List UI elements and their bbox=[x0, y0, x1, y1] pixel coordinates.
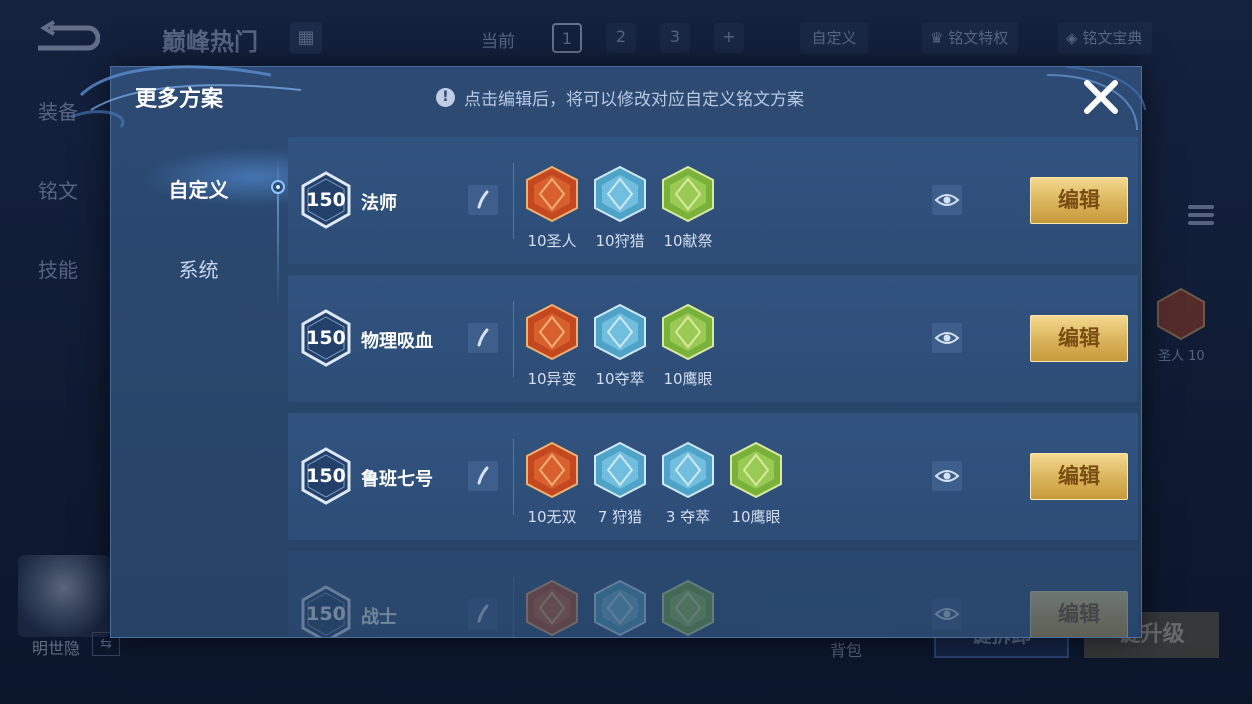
row-divider bbox=[513, 301, 514, 377]
pencil-icon bbox=[477, 190, 489, 209]
close-icon[interactable] bbox=[1079, 75, 1123, 119]
nav-item-system[interactable]: 系统 bbox=[111, 254, 286, 283]
rename-button[interactable] bbox=[468, 323, 498, 353]
rune-red-icon[interactable] bbox=[524, 303, 580, 361]
hint-label: 点击编辑后，将可以修改对应自定义铭文方案 bbox=[464, 90, 804, 110]
preview-button[interactable] bbox=[932, 185, 962, 215]
scheme-nav: 自定义 系统 bbox=[111, 137, 291, 617]
nav-active-indicator bbox=[271, 180, 285, 194]
page-button-1[interactable]: 1 bbox=[552, 23, 582, 53]
row-divider bbox=[513, 163, 514, 239]
back-icon[interactable] bbox=[30, 20, 100, 56]
pencil-icon bbox=[477, 466, 489, 485]
rune-red-icon[interactable] bbox=[524, 165, 580, 223]
rune-green-icon[interactable] bbox=[660, 579, 716, 637]
scheme-row: 150 法师 10圣人 10狩猎 10献祭 编辑 bbox=[288, 137, 1138, 264]
rename-button[interactable] bbox=[468, 461, 498, 491]
edit-button[interactable]: 编辑 bbox=[1030, 315, 1128, 362]
side-tab-skills[interactable]: 技能 bbox=[38, 254, 78, 283]
rune-label: 10无双 bbox=[527, 508, 577, 526]
scheme-row: 150 物理吸血 10异变 10夺萃 10鹰眼 编辑 bbox=[288, 275, 1138, 402]
row-divider bbox=[513, 577, 514, 637]
rune-preview-label: 圣人 10 bbox=[1158, 349, 1205, 364]
hero-name: 明世隐 bbox=[32, 639, 81, 658]
scheme-row: 150 鲁班七号 10无双 7 狩猎 3 夺萃 10鹰眼 编辑 bbox=[288, 413, 1138, 540]
rune-red-icon[interactable] bbox=[524, 579, 580, 637]
eye-icon bbox=[934, 194, 960, 206]
rune-label: 10鹰眼 bbox=[663, 370, 713, 388]
privilege-label: 铭文特权 bbox=[948, 29, 1009, 47]
rune-green-icon[interactable] bbox=[660, 165, 716, 223]
level-number: 150 bbox=[306, 465, 346, 487]
page-button-2[interactable]: 2 bbox=[606, 23, 636, 53]
edit-button[interactable]: 编辑 bbox=[1030, 591, 1128, 637]
hint-text: ! 点击编辑后，将可以修改对应自定义铭文方案 bbox=[436, 85, 804, 110]
rune-label: 10夺萃 bbox=[595, 370, 645, 388]
rune-red-icon[interactable] bbox=[524, 441, 580, 499]
edit-button[interactable]: 编辑 bbox=[1030, 177, 1128, 224]
scheme-name: 鲁班七号 bbox=[361, 469, 433, 490]
modal-header: 更多方案 ! 点击编辑后，将可以修改对应自定义铭文方案 bbox=[71, 65, 1146, 131]
edit-button[interactable]: 编辑 bbox=[1030, 453, 1128, 500]
book-icon: ◈ bbox=[1066, 29, 1083, 47]
preview-button[interactable] bbox=[932, 461, 962, 491]
codex-button[interactable]: ◈ 铭文宝典 bbox=[1058, 22, 1153, 54]
pencil-icon bbox=[477, 604, 489, 623]
more-schemes-modal: 更多方案 ! 点击编辑后，将可以修改对应自定义铭文方案 自定义 系统 150 法师… bbox=[71, 65, 1146, 638]
rune-blue-icon[interactable] bbox=[592, 165, 648, 223]
rune-preview-icon bbox=[1157, 287, 1205, 341]
info-icon: ! bbox=[436, 88, 455, 107]
pencil-icon bbox=[477, 328, 489, 347]
menu-icon[interactable] bbox=[1188, 205, 1214, 229]
scheme-row: 150 战士 编辑 bbox=[288, 551, 1138, 637]
preview-button[interactable] bbox=[932, 599, 962, 629]
scheme-name: 物理吸血 bbox=[361, 331, 433, 352]
eye-icon bbox=[934, 332, 960, 344]
scheme-list[interactable]: 150 法师 10圣人 10狩猎 10献祭 编辑 150 物理吸血 10异变 10夺萃 10鹰眼 编辑… bbox=[288, 137, 1138, 637]
rune-label: 10狩猎 bbox=[595, 232, 645, 250]
rename-button[interactable] bbox=[468, 185, 498, 215]
rune-label: 10鹰眼 bbox=[731, 508, 781, 526]
rune-label: 3 夺萃 bbox=[665, 508, 711, 526]
rune-green-icon[interactable] bbox=[660, 303, 716, 361]
rune-label: 10异变 bbox=[527, 370, 577, 388]
level-badge: 150 bbox=[300, 446, 352, 506]
side-tab-runes[interactable]: 铭文 bbox=[38, 175, 78, 204]
eye-icon bbox=[934, 608, 960, 620]
level-badge: 150 bbox=[300, 170, 352, 230]
add-page-button[interactable]: + bbox=[714, 23, 744, 53]
rune-blue-icon[interactable] bbox=[592, 579, 648, 637]
rune-blue-icon[interactable] bbox=[660, 441, 716, 499]
page-button-3[interactable]: 3 bbox=[660, 23, 690, 53]
rune-blue-icon[interactable] bbox=[592, 441, 648, 499]
rune-label: 10献祭 bbox=[663, 232, 713, 250]
crown-icon: ♛ bbox=[930, 29, 949, 47]
current-label: 当前 bbox=[481, 32, 515, 52]
grid-icon[interactable]: ▦ bbox=[290, 22, 322, 54]
preview-button[interactable] bbox=[932, 323, 962, 353]
level-badge: 150 bbox=[300, 308, 352, 368]
rune-label: 7 狩猎 bbox=[597, 508, 643, 526]
codex-label: 铭文宝典 bbox=[1082, 29, 1143, 47]
level-badge: 150 bbox=[300, 584, 352, 637]
eye-icon bbox=[934, 470, 960, 482]
rune-green-icon[interactable] bbox=[728, 441, 784, 499]
level-number: 150 bbox=[306, 603, 346, 625]
custom-button[interactable]: 自定义 bbox=[800, 22, 868, 54]
nav-item-custom[interactable]: 自定义 bbox=[111, 174, 286, 203]
rename-button[interactable] bbox=[468, 599, 498, 629]
modal-title: 更多方案 bbox=[135, 87, 224, 112]
scheme-name: 战士 bbox=[361, 607, 397, 628]
hero-avatar[interactable] bbox=[18, 555, 110, 637]
row-divider bbox=[513, 439, 514, 515]
level-number: 150 bbox=[306, 327, 346, 349]
privilege-button[interactable]: ♛ 铭文特权 bbox=[922, 22, 1019, 54]
level-number: 150 bbox=[306, 189, 346, 211]
page-title: 巅峰热门 bbox=[162, 28, 258, 56]
rune-label: 10圣人 bbox=[527, 232, 577, 250]
rune-blue-icon[interactable] bbox=[592, 303, 648, 361]
scheme-name: 法师 bbox=[361, 193, 397, 214]
bag-label[interactable]: 背包 bbox=[830, 637, 862, 661]
